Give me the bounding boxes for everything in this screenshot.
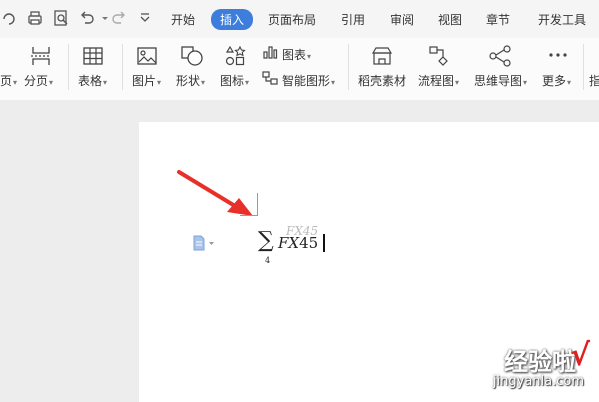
ribbon-divider xyxy=(583,44,584,90)
docer-material-label: 稻壳素材 xyxy=(358,74,407,88)
redo-icon[interactable] xyxy=(0,9,18,27)
tab-home[interactable]: 开始 xyxy=(171,11,195,28)
margin-corner-mark xyxy=(240,193,258,216)
flowchart-icon xyxy=(429,46,448,66)
redo-icon-2[interactable] xyxy=(110,9,128,27)
docer-material-icon xyxy=(371,47,393,65)
tab-view[interactable]: 视图 xyxy=(438,11,462,28)
customize-toolbar-icon[interactable] xyxy=(136,9,154,27)
icon-library-icon xyxy=(225,45,246,66)
paragraph-layout-button[interactable] xyxy=(192,235,218,254)
print-preview-icon[interactable] xyxy=(52,9,70,27)
shape-icon xyxy=(181,46,203,66)
smart-art-label: 智能图形 xyxy=(282,74,331,88)
tab-insert[interactable]: 插入 xyxy=(211,9,254,30)
watermark-brand: 经验啦 xyxy=(504,348,576,376)
watermark-check: √ xyxy=(569,338,590,373)
tab-page-layout[interactable]: 页面布局 xyxy=(268,11,316,28)
print-icon[interactable] xyxy=(26,9,44,27)
partial-page-label: 页 xyxy=(0,74,13,88)
mind-map-icon xyxy=(489,45,511,67)
paragraph-layout-icon xyxy=(193,235,214,251)
picture-label: 图片 xyxy=(132,74,157,88)
insert-ribbon: 页▾ 分页▾ 表格▾ 图片▾ 形状▾ 图标▾ 图表▾ 智能图形▾ 稻壳素材 流程… xyxy=(0,38,599,101)
table-icon xyxy=(83,47,103,65)
chart-label: 图表 xyxy=(282,48,307,62)
smart-art-icon xyxy=(262,71,278,85)
undo-dropdown-icon[interactable] xyxy=(96,9,108,27)
more-dots-icon xyxy=(549,53,567,57)
tab-developer[interactable]: 开发工具 xyxy=(538,11,586,28)
watermark-url: jingyanla.com xyxy=(492,374,584,389)
chart-icon xyxy=(263,46,278,59)
page-break-label: 分页 xyxy=(24,74,49,88)
partial-right-label: 指 xyxy=(589,74,599,88)
equation-number: 45 xyxy=(299,234,319,252)
tab-references[interactable]: 引用 xyxy=(341,11,365,28)
summation-symbol: ∑ xyxy=(258,228,274,253)
page-break-icon xyxy=(31,47,51,65)
mind-map-label: 思维导图 xyxy=(474,74,523,88)
icon-library-label: 图标 xyxy=(220,74,245,88)
undo-icon[interactable] xyxy=(78,9,96,27)
ribbon-divider xyxy=(68,44,69,90)
text-cursor xyxy=(323,234,325,252)
summation-subscript: 4 xyxy=(265,256,271,265)
picture-icon xyxy=(137,47,157,65)
ribbon-divider xyxy=(122,44,123,90)
tab-review[interactable]: 审阅 xyxy=(390,11,414,28)
equation-body: FX45 xyxy=(278,234,318,252)
more-label: 更多 xyxy=(542,74,567,88)
equation-variable: FX xyxy=(278,234,300,252)
tab-section[interactable]: 章节 xyxy=(486,11,510,28)
watermark: 经验啦 √ jingyanla.com xyxy=(440,338,590,398)
flowchart-label: 流程图 xyxy=(418,74,455,88)
table-label: 表格 xyxy=(78,74,103,88)
shape-label: 形状 xyxy=(176,74,201,88)
title-menu-bar: 开始 插入 页面布局 引用 审阅 视图 章节 开发工具 xyxy=(0,0,599,38)
ribbon-divider xyxy=(348,44,349,90)
